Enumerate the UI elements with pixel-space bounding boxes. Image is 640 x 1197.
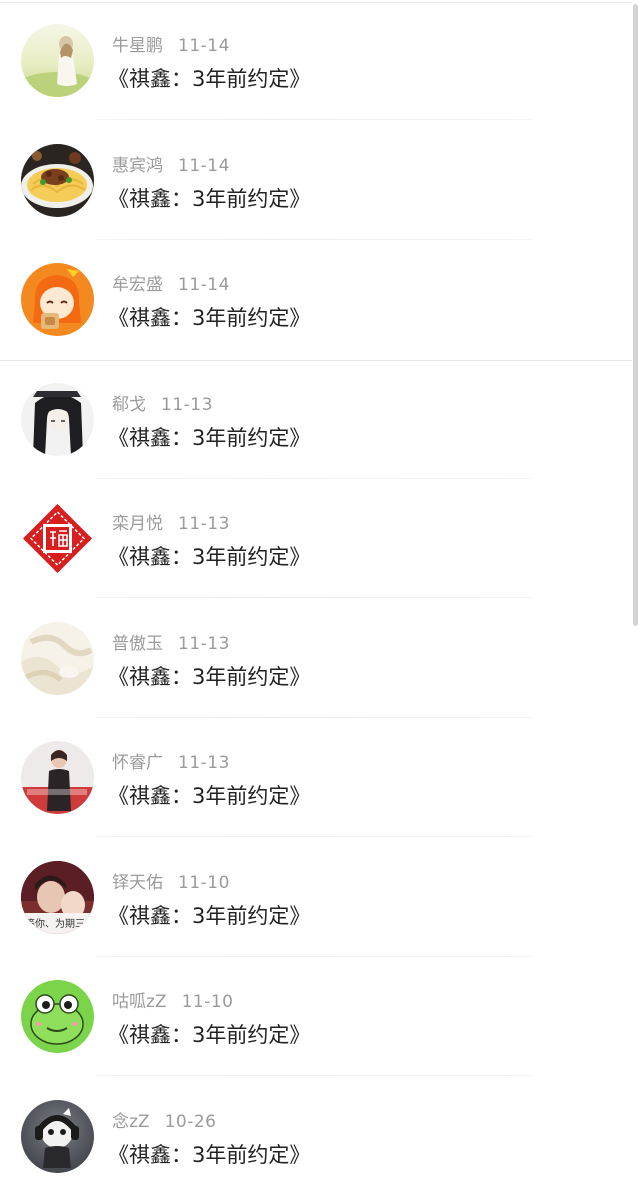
comment-text: 《祺鑫：3年前约定》 (108, 1023, 311, 1047)
avatar[interactable] (21, 143, 94, 217)
comment-meta: 郗戈 11-13 (112, 392, 213, 418)
couple-caption-photo-icon: 等你、为期三年 (21, 860, 94, 934)
username[interactable]: 念zZ (112, 1112, 150, 1132)
comment-meta: 牟宏盛 11-14 (112, 272, 230, 298)
comment-text: 《祺鑫：3年前约定》 (108, 903, 311, 928)
comment-meta: 惠宾鸿 11-14 (112, 153, 230, 179)
anime-orange-hair-girl-icon (21, 263, 94, 336)
list-item[interactable]: 咕呱zZ 11-10 《祺鑫：3年前约定》 (0, 956, 632, 1076)
avatar[interactable] (21, 24, 94, 97)
cream-fabric-photo-icon (21, 621, 94, 695)
comment-list[interactable]: 牛星鹏 11-14 《祺鑫：3年前约定》 惠宾鸿 11-14 《祺鑫：3年前约定… (0, 0, 632, 1197)
comment-meta: 念zZ 10-26 (112, 1109, 216, 1135)
comment-meta: 栾月悦 11-13 (112, 511, 230, 537)
comment-meta: 普傲玉 11-13 (112, 631, 230, 657)
comment-text: 《祺鑫：3年前约定》 (108, 1142, 311, 1167)
comment-text: 《祺鑫：3年前约定》 (108, 545, 311, 569)
avatar[interactable] (21, 1099, 94, 1173)
list-item[interactable]: 栾月悦 11-13 《祺鑫：3年前约定》 (0, 478, 632, 598)
comment-text: 《祺鑫：3年前约定》 (108, 425, 311, 450)
headphone-figure-3d-icon (21, 1099, 94, 1173)
comment-date: 10-26 (164, 1111, 217, 1132)
username[interactable]: 咕呱zZ (112, 992, 167, 1012)
comment-date: 11-10 (181, 992, 234, 1012)
username[interactable]: 怀睿广 (112, 753, 163, 773)
avatar[interactable] (21, 502, 94, 575)
comment-meta: 咕呱zZ 11-10 (112, 989, 233, 1015)
comment-text: 《祺鑫：3年前约定》 (108, 306, 311, 330)
comment-text: 《祺鑫：3年前约定》 (108, 186, 311, 211)
username[interactable]: 栾月悦 (112, 514, 163, 534)
avatar[interactable] (21, 382, 94, 456)
username[interactable]: 铎天佑 (112, 873, 163, 893)
anime-dark-hair-girl-icon (21, 382, 94, 456)
list-item[interactable]: 等你、为期三年 铎天佑 11-10 《祺鑫：3年前约定》 (0, 837, 632, 957)
comment-list-page: 牛星鹏 11-14 《祺鑫：3年前约定》 惠宾鸿 11-14 《祺鑫：3年前约定… (0, 0, 640, 1197)
comment-date: 11-13 (178, 633, 230, 654)
avatar[interactable] (21, 980, 94, 1053)
comment-date: 11-13 (161, 394, 213, 415)
avatar[interactable]: 等你、为期三年 (21, 860, 94, 934)
scrollbar[interactable] (633, 4, 638, 626)
comment-date: 11-14 (178, 155, 230, 176)
woman-portrait-photo-icon (21, 741, 94, 814)
avatar-caption: 等你、为期三年 (25, 917, 94, 930)
girl-field-photo-icon (21, 24, 94, 97)
comment-text: 《祺鑫：3年前约定》 (108, 67, 311, 91)
comment-date: 11-14 (178, 36, 230, 56)
comment-date: 11-14 (178, 275, 230, 295)
list-item[interactable]: 牛星鹏 11-14 《祺鑫：3年前约定》 (0, 0, 632, 120)
username[interactable]: 普傲玉 (112, 634, 163, 654)
list-item[interactable]: 牟宏盛 11-14 《祺鑫：3年前约定》 (0, 239, 632, 359)
comment-meta: 怀睿广 11-13 (112, 750, 230, 776)
list-item[interactable]: 念zZ 10-26 《祺鑫：3年前约定》 (0, 1076, 632, 1196)
username[interactable]: 惠宾鸿 (112, 156, 163, 176)
green-frog-cartoon-icon (21, 980, 94, 1053)
comment-date: 11-13 (178, 514, 230, 534)
comment-text: 《祺鑫：3年前约定》 (108, 664, 311, 689)
list-item[interactable]: 普傲玉 11-13 《祺鑫：3年前约定》 (0, 598, 632, 718)
comment-text: 《祺鑫：3年前约定》 (108, 784, 311, 808)
list-item[interactable]: 惠宾鸿 11-14 《祺鑫：3年前约定》 (0, 120, 632, 240)
username[interactable]: 牟宏盛 (112, 275, 163, 295)
noodle-dish-photo-icon (21, 143, 94, 217)
username[interactable]: 牛星鹏 (112, 36, 163, 56)
comment-date: 11-10 (178, 872, 230, 893)
username[interactable]: 郗戈 (112, 395, 146, 415)
list-item[interactable]: 怀睿广 11-13 《祺鑫：3年前约定》 (0, 717, 632, 837)
comment-meta: 牛星鹏 11-14 (112, 33, 230, 59)
avatar[interactable] (21, 621, 94, 695)
fu-character-paper-cut-icon (21, 502, 94, 575)
avatar[interactable] (21, 263, 94, 336)
list-item[interactable]: 郗戈 11-13 《祺鑫：3年前约定》 (0, 359, 632, 479)
comment-meta: 铎天佑 11-10 (112, 870, 230, 896)
comment-date: 11-13 (178, 753, 230, 773)
avatar[interactable] (21, 741, 94, 814)
